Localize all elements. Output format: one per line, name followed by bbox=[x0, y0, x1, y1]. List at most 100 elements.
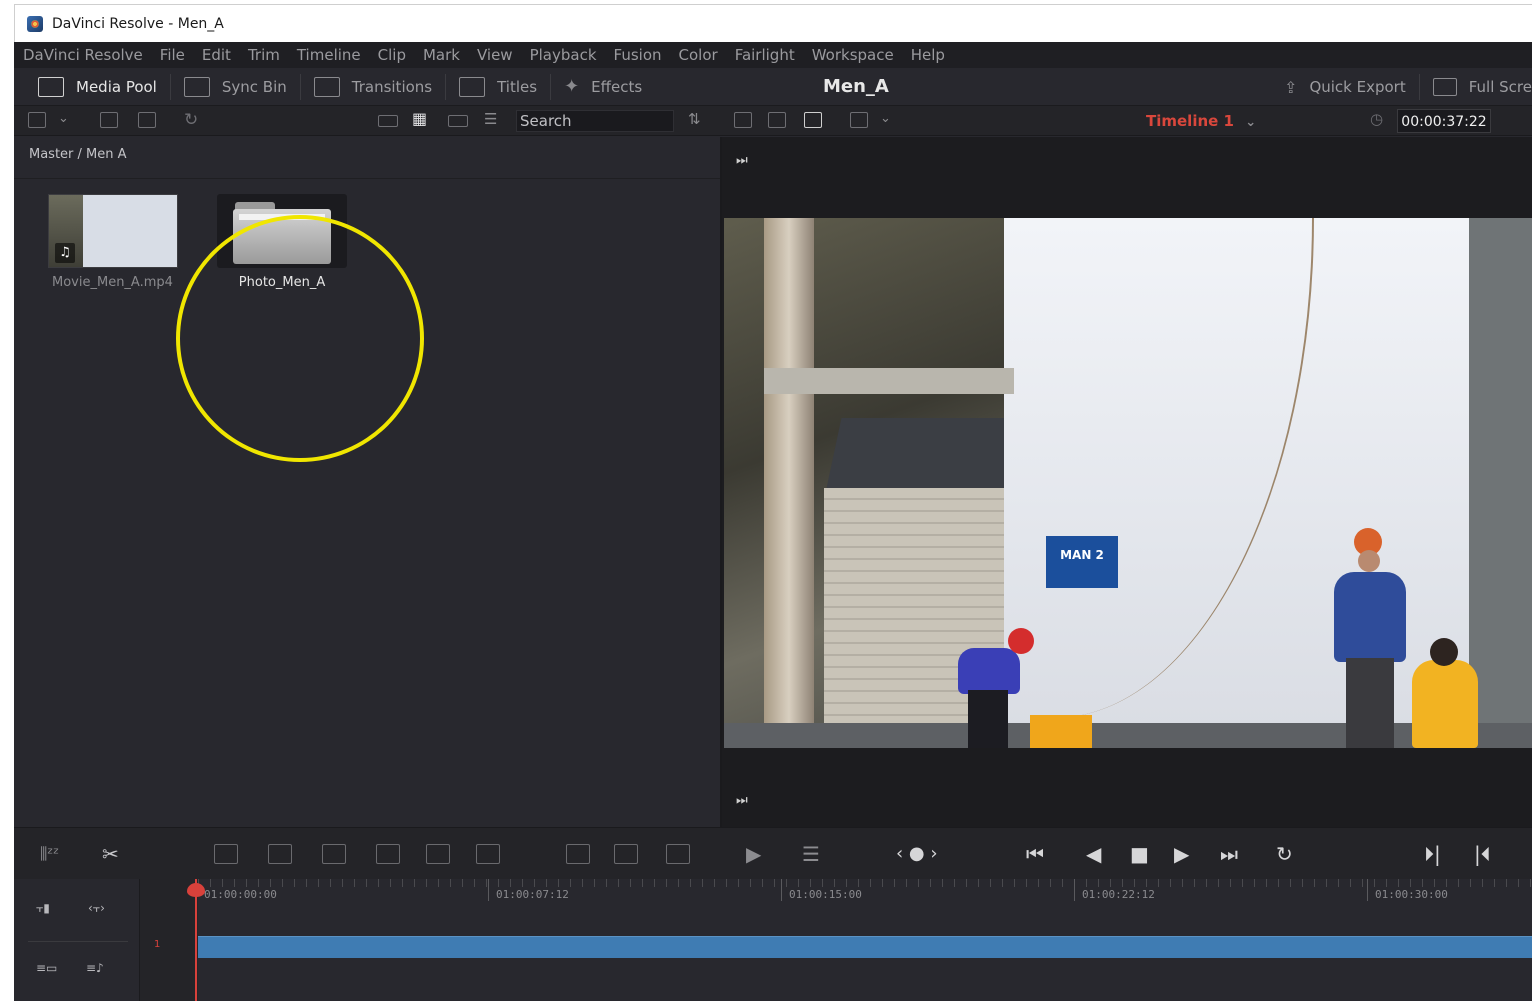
insert-clip-icon[interactable] bbox=[214, 844, 238, 864]
timeline-name[interactable]: Timeline 1 ⌄ bbox=[1146, 106, 1256, 136]
thumbnail-view-icon[interactable]: ▦ bbox=[412, 109, 427, 128]
menu-mark[interactable]: Mark bbox=[423, 46, 460, 64]
chevron-down-icon[interactable]: ⌄ bbox=[58, 111, 69, 126]
sync-bin-button[interactable]: Sync Bin bbox=[171, 68, 300, 105]
quick-export-button[interactable]: ⇪ Quick Export bbox=[1271, 68, 1419, 106]
mark-in-bottom-icon[interactable]: ⏭ bbox=[736, 793, 750, 808]
settings-sliders-icon[interactable]: ☰ bbox=[802, 842, 820, 866]
menu-workspace[interactable]: Workspace bbox=[812, 46, 894, 64]
loop-icon[interactable]: ↻ bbox=[1276, 842, 1293, 866]
ruler-label: 01:00:07:12 bbox=[496, 888, 569, 901]
transitions-button[interactable]: Transitions bbox=[301, 68, 445, 105]
media-pool-secondary-toolbar: ⌄ ↻ ▦ ☰ Search ⇅ ⌄ Timeline 1 ⌄ ◷ 00:00:… bbox=[14, 106, 1532, 136]
menu-playback[interactable]: Playback bbox=[530, 46, 597, 64]
play-icon[interactable]: ▶ bbox=[1174, 842, 1189, 866]
mark-out-icon[interactable]: |⏴ bbox=[1474, 842, 1491, 866]
media-pool-icon bbox=[38, 76, 64, 97]
menu-fairlight[interactable]: Fairlight bbox=[735, 46, 795, 64]
reverse-play-icon[interactable]: ◀ bbox=[1086, 842, 1101, 866]
overwrite-clip-icon[interactable] bbox=[268, 844, 292, 864]
timeline-clip[interactable] bbox=[198, 936, 1532, 958]
track-number: 1 bbox=[154, 939, 161, 950]
effects-wand-icon: ✦ bbox=[564, 76, 580, 97]
timeline-ruler[interactable]: 01:00:00:00 01:00:07:12 01:00:15:00 01:0… bbox=[198, 879, 1532, 907]
source-overwrite-icon[interactable] bbox=[666, 844, 690, 864]
track-lock-icon[interactable]: ⫟▮ bbox=[36, 901, 66, 923]
menu-view[interactable]: View bbox=[477, 46, 513, 64]
menu-davinci-resolve[interactable]: DaVinci Resolve bbox=[23, 46, 143, 64]
track-trim-icon[interactable]: ‹⫟› bbox=[88, 901, 118, 923]
highlight-annotation-circle bbox=[176, 215, 424, 462]
playback-source-icon[interactable]: ▶︎ bbox=[746, 842, 761, 866]
stop-icon[interactable]: ■ bbox=[1130, 842, 1149, 866]
menu-fusion[interactable]: Fusion bbox=[614, 46, 662, 64]
import-media-icon[interactable] bbox=[100, 112, 118, 128]
menu-trim[interactable]: Trim bbox=[248, 46, 280, 64]
titles-button[interactable]: Titles bbox=[446, 68, 550, 105]
effects-button[interactable]: ✦ Effects bbox=[551, 68, 655, 105]
timeline-name-label: Timeline 1 bbox=[1146, 112, 1234, 130]
add-video-track-icon[interactable]: ≡▭ bbox=[36, 961, 66, 983]
menu-edit[interactable]: Edit bbox=[202, 46, 231, 64]
transitions-icon bbox=[313, 76, 340, 97]
window-title-bar: DaVinci Resolve - Men_A bbox=[14, 4, 1532, 42]
timeline-panel: ⫟▮ ‹⫟› ≡▭ ≡♪ 01:00:00:00 01:00:07:12 01:… bbox=[14, 879, 1532, 1001]
mark-in-top-icon[interactable]: ⏭ bbox=[736, 153, 750, 168]
breadcrumb[interactable]: Master / Men A bbox=[14, 137, 720, 179]
jog-control-icon[interactable]: ‹ ● › bbox=[896, 842, 938, 866]
append-end-icon[interactable] bbox=[476, 844, 500, 864]
spectator-figure bbox=[1412, 638, 1482, 748]
new-bin-icon[interactable] bbox=[138, 112, 156, 128]
window-title: DaVinci Resolve - Men_A bbox=[52, 15, 224, 32]
list-view-icon[interactable]: ☰ bbox=[484, 110, 497, 128]
metadata-view-icon[interactable] bbox=[378, 115, 398, 127]
search-input[interactable]: Search bbox=[516, 110, 674, 132]
menu-file[interactable]: File bbox=[160, 46, 185, 64]
add-audio-track-icon[interactable]: ≡♪ bbox=[86, 961, 116, 983]
viewer-dual-icon[interactable] bbox=[768, 112, 786, 128]
ripple-overwrite-icon[interactable] bbox=[566, 844, 590, 864]
snooze-icon[interactable]: ⫼ᶻᶻ bbox=[40, 842, 59, 866]
menu-clip[interactable]: Clip bbox=[378, 46, 406, 64]
replace-clip-icon[interactable] bbox=[322, 844, 346, 864]
filmstrip-view-icon[interactable] bbox=[448, 115, 468, 127]
fit-to-fill-icon[interactable] bbox=[376, 844, 400, 864]
viewer-source-icon[interactable] bbox=[734, 112, 752, 128]
timecode-display[interactable]: 00:00:37:22 bbox=[1397, 109, 1491, 133]
relink-icon[interactable]: ↻ bbox=[184, 110, 198, 130]
menu-timeline[interactable]: Timeline bbox=[297, 46, 361, 64]
timeline-tools: ⫟▮ ‹⫟› ≡▭ ≡♪ bbox=[14, 879, 140, 1001]
media-pool-button[interactable]: Media Pool bbox=[14, 68, 170, 105]
viewer-layout-icon[interactable] bbox=[804, 112, 822, 128]
playhead[interactable] bbox=[195, 879, 197, 1001]
menu-color[interactable]: Color bbox=[679, 46, 718, 64]
full-screen-icon bbox=[1432, 78, 1457, 96]
panel-toggle-icon[interactable] bbox=[28, 112, 46, 128]
titles-label: Titles bbox=[497, 77, 538, 96]
menu-help[interactable]: Help bbox=[911, 46, 945, 64]
mark-in-icon[interactable]: ⏵| bbox=[1424, 842, 1441, 866]
wall-sign: MAN 2 bbox=[1046, 536, 1118, 588]
close-up-icon[interactable] bbox=[614, 844, 638, 864]
climber-figure bbox=[1328, 528, 1412, 748]
viewer-panel: ⏭ MAN 2 ⏭ bbox=[722, 137, 1532, 827]
audio-note-icon: ♫ bbox=[55, 243, 75, 263]
chevron-down-icon[interactable]: ⌄ bbox=[880, 111, 891, 126]
project-title: Men_A bbox=[823, 76, 889, 97]
playhead-handle[interactable] bbox=[187, 883, 205, 897]
media-pool-panel: Master / Men A ♫ Movie_Men_A.mp4 Photo_M… bbox=[14, 137, 720, 827]
full-screen-label: Full Scre bbox=[1468, 78, 1532, 96]
sort-icon[interactable]: ⇅ bbox=[688, 110, 701, 128]
blade-scissors-icon[interactable]: ✂ bbox=[102, 842, 119, 866]
toolbar-right: ⇪ Quick Export Full Scre bbox=[1271, 68, 1532, 106]
place-on-top-icon[interactable] bbox=[426, 844, 450, 864]
main-toolbar: Media Pool Sync Bin Transitions Titles ✦… bbox=[14, 68, 1532, 106]
quick-export-label: Quick Export bbox=[1309, 78, 1406, 96]
effects-label: Effects bbox=[591, 77, 643, 96]
safe-area-icon[interactable] bbox=[850, 112, 868, 128]
go-to-start-icon[interactable]: ⏮ bbox=[1026, 842, 1044, 866]
go-to-end-icon[interactable]: ⏭ bbox=[1220, 842, 1238, 866]
full-screen-button[interactable]: Full Scre bbox=[1420, 68, 1532, 106]
video-frame: MAN 2 bbox=[724, 218, 1532, 748]
clip-thumbnail[interactable]: ♫ bbox=[48, 194, 178, 268]
